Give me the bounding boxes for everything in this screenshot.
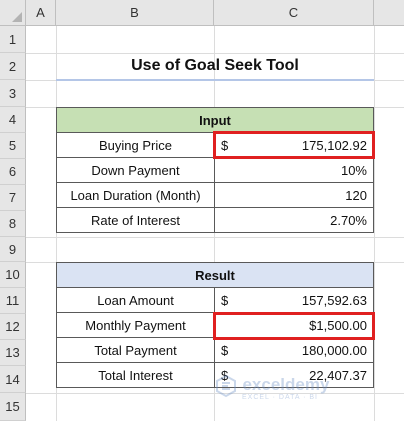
table-row: Total Payment $180,000.00 [56, 337, 374, 363]
monthly-payment-label[interactable]: Monthly Payment [56, 312, 215, 338]
result-table: Result Loan Amount $157,592.63 Monthly P… [56, 262, 374, 388]
monthly-payment-value[interactable]: $1,500.00 [214, 312, 374, 338]
row-header-2[interactable]: 2 [0, 53, 26, 80]
row-header-15[interactable]: 15 [0, 393, 26, 421]
sheet-title[interactable]: Use of Goal Seek Tool [56, 53, 374, 79]
total-payment-cell[interactable]: $180,000.00 [214, 337, 374, 363]
currency-symbol: $ [221, 137, 229, 153]
row-header-3[interactable]: 3 [0, 80, 26, 107]
watermark-name: exceldemy [242, 375, 330, 395]
row-header-8[interactable]: 8 [0, 211, 26, 237]
column-header-a[interactable]: A [26, 0, 56, 26]
row-header-7[interactable]: 7 [0, 185, 26, 211]
result-header[interactable]: Result [56, 262, 374, 288]
row-header-4[interactable]: 4 [0, 107, 26, 133]
currency-symbol: $ [221, 292, 229, 308]
row-header-11[interactable]: 11 [0, 288, 26, 314]
buying-price-cell[interactable]: $175,102.92 [214, 132, 374, 158]
table-row: Monthly Payment $1,500.00 [56, 312, 374, 338]
column-header-d[interactable] [374, 0, 404, 26]
exceldemy-logo-icon [216, 374, 236, 398]
watermark-tagline: EXCEL · DATA · BI [242, 394, 318, 401]
row-header-5[interactable]: 5 [0, 133, 26, 159]
loan-duration-label[interactable]: Loan Duration (Month) [56, 182, 215, 208]
input-header[interactable]: Input [56, 107, 374, 133]
loan-duration-value[interactable]: 120 [214, 182, 374, 208]
table-row: Loan Amount $157,592.63 [56, 287, 374, 313]
table-row: Buying Price $175,102.92 [56, 132, 374, 158]
input-table: Input Buying Price $175,102.92 Down Paym… [56, 107, 374, 233]
table-row: Down Payment 10% [56, 157, 374, 183]
row-header-13[interactable]: 13 [0, 340, 26, 366]
rate-of-interest-value[interactable]: 2.70% [214, 207, 374, 233]
row-header-9[interactable]: 9 [0, 237, 26, 262]
down-payment-value[interactable]: 10% [214, 157, 374, 183]
loan-amount-label[interactable]: Loan Amount [56, 287, 215, 313]
row-header-14[interactable]: 14 [0, 366, 26, 393]
loan-amount-cell[interactable]: $157,592.63 [214, 287, 374, 313]
buying-price-label[interactable]: Buying Price [56, 132, 215, 158]
buying-price-value: 175,102.92 [301, 137, 367, 153]
row-header-1[interactable]: 1 [0, 26, 26, 53]
table-row: Loan Duration (Month) 120 [56, 182, 374, 208]
total-interest-label[interactable]: Total Interest [56, 362, 215, 388]
total-payment-label[interactable]: Total Payment [56, 337, 215, 363]
column-header-b[interactable]: B [56, 0, 214, 26]
title-underline [56, 79, 374, 81]
currency-symbol: $ [221, 342, 229, 358]
row-header-12[interactable]: 12 [0, 314, 26, 340]
table-row: Rate of Interest 2.70% [56, 207, 374, 233]
row-header-6[interactable]: 6 [0, 159, 26, 185]
select-all-corner[interactable] [0, 0, 26, 26]
rate-of-interest-label[interactable]: Rate of Interest [56, 207, 215, 233]
exceldemy-watermark: exceldemy EXCEL · DATA · BI [214, 374, 330, 401]
row-header-10[interactable]: 10 [0, 262, 26, 288]
loan-amount-value: 157,592.63 [301, 292, 367, 308]
total-payment-value: 180,000.00 [301, 342, 367, 358]
column-header-c[interactable]: C [214, 0, 374, 26]
down-payment-label[interactable]: Down Payment [56, 157, 215, 183]
